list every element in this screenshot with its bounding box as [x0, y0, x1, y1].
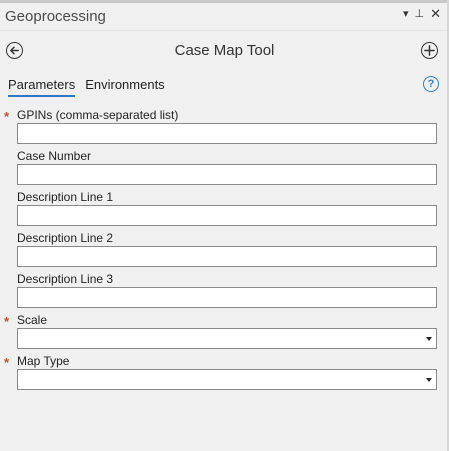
param-label: GPINs (comma-separated list) [17, 108, 179, 122]
chevron-down-icon [426, 378, 432, 382]
map-type-dropdown[interactable] [17, 369, 437, 390]
close-icon[interactable]: ✕ [430, 7, 441, 21]
tab-parameters[interactable]: Parameters [8, 77, 76, 97]
titlebar-separator [0, 30, 447, 31]
required-marker: * [4, 109, 10, 124]
add-icon [424, 45, 435, 56]
parameter-list: * GPINs (comma-separated list) Case Numb… [0, 107, 447, 394]
tool-title: Case Map Tool [174, 42, 275, 59]
param-label: Map Type [17, 354, 70, 368]
param-gpins: * GPINs (comma-separated list) [0, 107, 447, 148]
tab-environments[interactable]: Environments [85, 77, 164, 97]
param-description-2: Description Line 2 [0, 230, 447, 271]
top-border [0, 0, 449, 3]
param-label: Description Line 1 [17, 190, 114, 204]
description-line-3-input[interactable] [17, 287, 437, 308]
param-case-number: Case Number [0, 148, 447, 189]
param-map-type: * Map Type [0, 353, 447, 394]
pane-controls: ▾ ⊥ ✕ [403, 7, 441, 21]
gpins-input[interactable] [17, 123, 437, 144]
description-line-1-input[interactable] [17, 205, 437, 226]
description-line-2-input[interactable] [17, 246, 437, 267]
pane-title: Geoprocessing [5, 8, 106, 25]
param-label: Case Number [17, 149, 92, 163]
param-label: Description Line 2 [17, 231, 114, 245]
param-scale: * Scale [0, 312, 447, 353]
pin-icon[interactable]: ⊥ [415, 7, 425, 21]
param-label: Scale [17, 313, 48, 327]
case-number-input[interactable] [17, 164, 437, 185]
param-label: Description Line 3 [17, 272, 114, 286]
pane-menu-icon[interactable]: ▾ [403, 7, 409, 21]
scale-dropdown[interactable] [17, 328, 437, 349]
required-marker: * [4, 314, 10, 329]
tool-tabs: Parameters Environments [8, 77, 165, 97]
param-description-1: Description Line 1 [0, 189, 447, 230]
chevron-down-icon [426, 337, 432, 341]
param-description-3: Description Line 3 [0, 271, 447, 312]
help-icon[interactable]: ? [423, 76, 439, 92]
required-marker: * [4, 355, 10, 370]
add-button[interactable] [421, 42, 438, 59]
